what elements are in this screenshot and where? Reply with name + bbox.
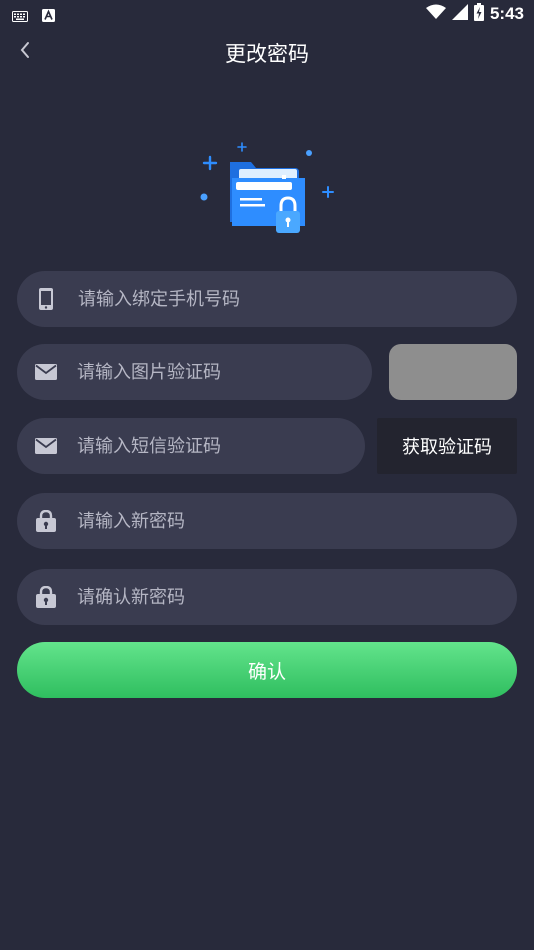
image-captcha-field[interactable] — [17, 344, 372, 400]
phone-input[interactable] — [77, 271, 517, 327]
get-code-button[interactable]: 获取验证码 — [377, 418, 517, 474]
lock-icon — [34, 509, 58, 533]
confirm-button[interactable]: 确认 — [17, 642, 517, 698]
status-bar: 5:43 — [0, 0, 534, 28]
header: 更改密码 — [0, 28, 534, 76]
phone-icon — [34, 287, 58, 311]
sms-code-input[interactable] — [77, 418, 365, 474]
phone-field[interactable] — [17, 271, 517, 327]
wifi-icon — [425, 4, 446, 24]
battery-charging-icon — [473, 3, 484, 25]
keyboard-icon — [12, 7, 28, 26]
image-captcha-input[interactable] — [77, 344, 372, 400]
a-notification-icon — [42, 7, 55, 26]
folder-lock-illustration — [195, 138, 340, 238]
captcha-image[interactable] — [389, 344, 517, 400]
status-time: 5:43 — [489, 4, 524, 23]
lock-icon — [34, 585, 58, 609]
confirm-password-field[interactable] — [17, 569, 517, 625]
confirm-password-input[interactable] — [77, 569, 517, 625]
mail-icon — [34, 360, 58, 384]
mail-icon — [34, 434, 58, 458]
page-title: 更改密码 — [225, 42, 309, 66]
new-password-field[interactable] — [17, 493, 517, 549]
signal-icon — [451, 4, 468, 24]
new-password-input[interactable] — [77, 493, 517, 549]
change-password-screen: 5:43 更改密码 请输入绑定手机号码 请输入图片验证码 请输入短信验证码 获取… — [0, 0, 534, 950]
sms-code-field[interactable] — [17, 418, 365, 474]
